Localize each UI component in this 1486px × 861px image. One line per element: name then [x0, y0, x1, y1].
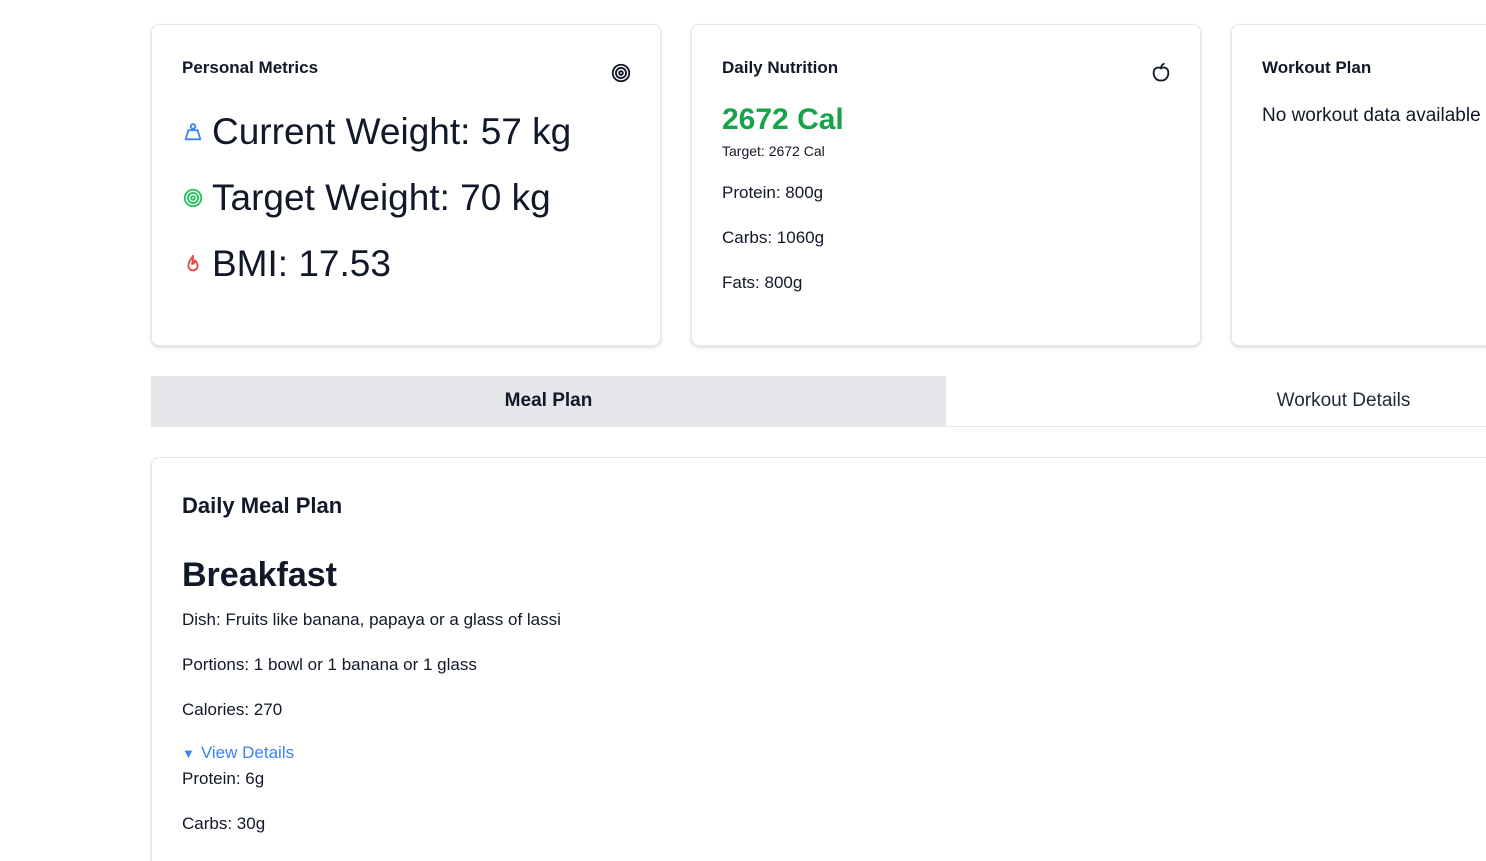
current-weight-row: Current Weight: 57 kg [182, 113, 571, 150]
tabs-bar: Meal Plan Workout Details [151, 376, 1486, 427]
weight-icon [184, 122, 202, 140]
meal-portions: Portions: 1 bowl or 1 banana or 1 glass [182, 655, 477, 674]
tab-workout-details[interactable]: Workout Details [946, 376, 1486, 426]
meal-detail-carbs: Carbs: 30g [182, 814, 266, 833]
carbs-value: Carbs: 1060g [722, 228, 825, 247]
calories-value: 2672 Cal [722, 103, 844, 136]
apple-icon [1152, 62, 1170, 82]
meal-detail-protein: Protein: 6g [182, 769, 265, 788]
calories-target: Target: 2672 Cal [722, 143, 825, 159]
dashboard-page: Personal Metrics Current Weight: 57 kg T… [0, 0, 1486, 861]
daily-nutrition-title: Daily Nutrition [722, 58, 839, 77]
target-weight-text: Target Weight: 70 kg [212, 177, 551, 218]
meal-calories: Calories: 270 [182, 700, 283, 719]
personal-metrics-card: Personal Metrics Current Weight: 57 kg T… [151, 24, 661, 346]
daily-meal-plan-title: Daily Meal Plan [182, 493, 343, 518]
current-weight-text: Current Weight: 57 kg [212, 111, 572, 152]
personal-metrics-title: Personal Metrics [182, 58, 319, 77]
workout-plan-card: Workout Plan No workout data available [1231, 24, 1486, 346]
workout-plan-title: Workout Plan [1262, 58, 1372, 77]
target-icon [183, 188, 203, 207]
target-icon [611, 63, 631, 83]
bmi-row: BMI: 17.53 [182, 245, 391, 282]
daily-meal-plan-card: Daily Meal Plan Breakfast Dish: Fruits l… [151, 457, 1486, 861]
daily-nutrition-card: Daily Nutrition 2672 Cal Target: 2672 Ca… [691, 24, 1201, 346]
caret-down-icon: ▼ [182, 745, 195, 761]
view-details-label[interactable]: View Details [201, 743, 294, 763]
tab-meal-plan[interactable]: Meal Plan [151, 376, 946, 426]
meal-name-breakfast: Breakfast [182, 556, 337, 594]
flame-icon [187, 254, 199, 271]
target-weight-row: Target Weight: 70 kg [182, 179, 551, 216]
protein-value: Protein: 800g [722, 183, 824, 202]
fats-value: Fats: 800g [722, 273, 803, 292]
meal-dish: Dish: Fruits like banana, papaya or a gl… [182, 610, 561, 629]
bmi-text: BMI: 17.53 [212, 243, 391, 284]
workout-empty-text: No workout data available [1262, 105, 1481, 126]
view-details-toggle[interactable]: ▼ View Details [182, 743, 294, 763]
